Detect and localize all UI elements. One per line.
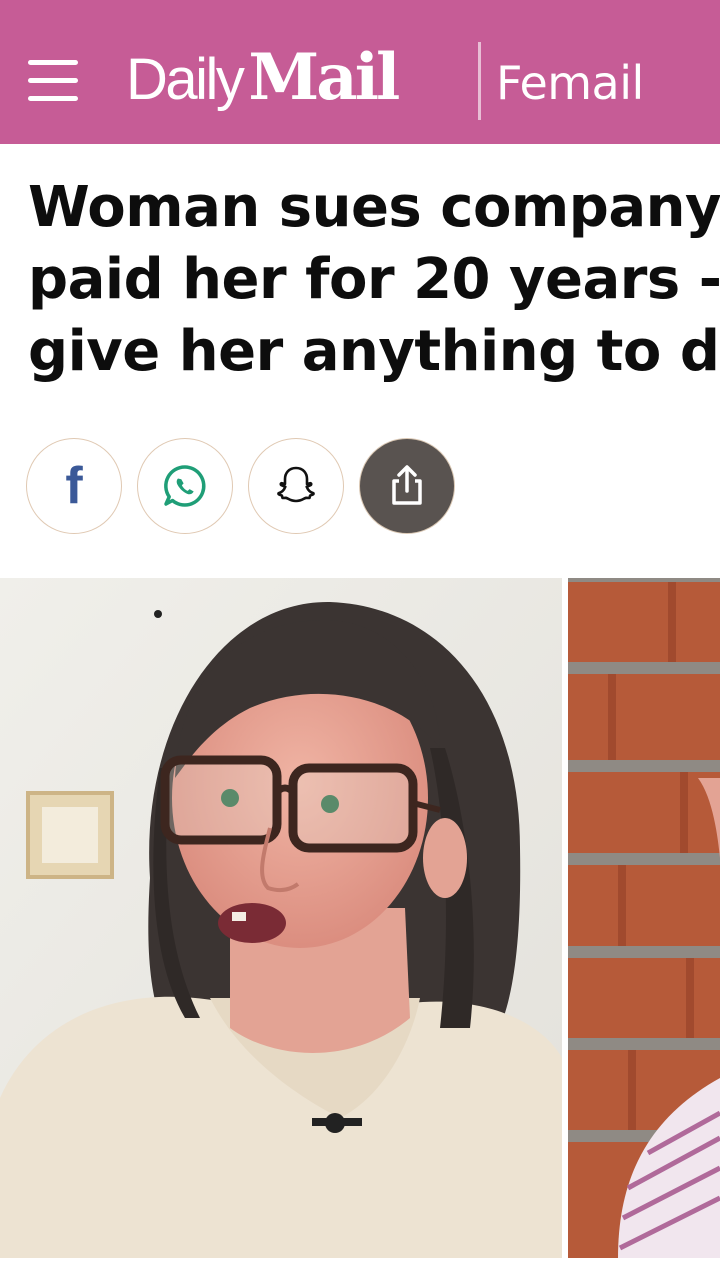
section-name[interactable]: Femail	[496, 56, 644, 116]
facebook-share-button[interactable]: f	[26, 438, 122, 534]
logo-daily-text: Daily	[126, 47, 245, 112]
snapchat-icon	[277, 466, 315, 503]
headline-line: paid her for 20 years - b	[28, 247, 720, 312]
header-divider	[478, 42, 481, 120]
logo-mail-text: Mail	[248, 40, 400, 115]
daily-mail-logo[interactable]: Daily Mail	[126, 40, 400, 120]
snapchat-share-button[interactable]	[248, 438, 344, 534]
article-headline: Woman sues company a paid her for 20 yea…	[28, 172, 720, 392]
headline-line: give her anything to do	[28, 319, 720, 384]
site-header: Daily Mail Femail	[0, 0, 720, 144]
brick-wall-photo-illustration	[568, 578, 720, 1258]
menu-icon[interactable]	[28, 58, 78, 108]
share-buttons: f	[26, 438, 466, 536]
article-secondary-photo[interactable]	[568, 578, 720, 1258]
whatsapp-icon	[164, 465, 206, 507]
native-share-button[interactable]	[359, 438, 455, 534]
facebook-icon: f	[65, 457, 83, 515]
whatsapp-share-button[interactable]	[137, 438, 233, 534]
share-icon	[392, 465, 422, 505]
headline-line: Woman sues company a	[28, 175, 720, 240]
woman-photo-illustration	[0, 578, 562, 1258]
article-main-photo[interactable]	[0, 578, 562, 1258]
